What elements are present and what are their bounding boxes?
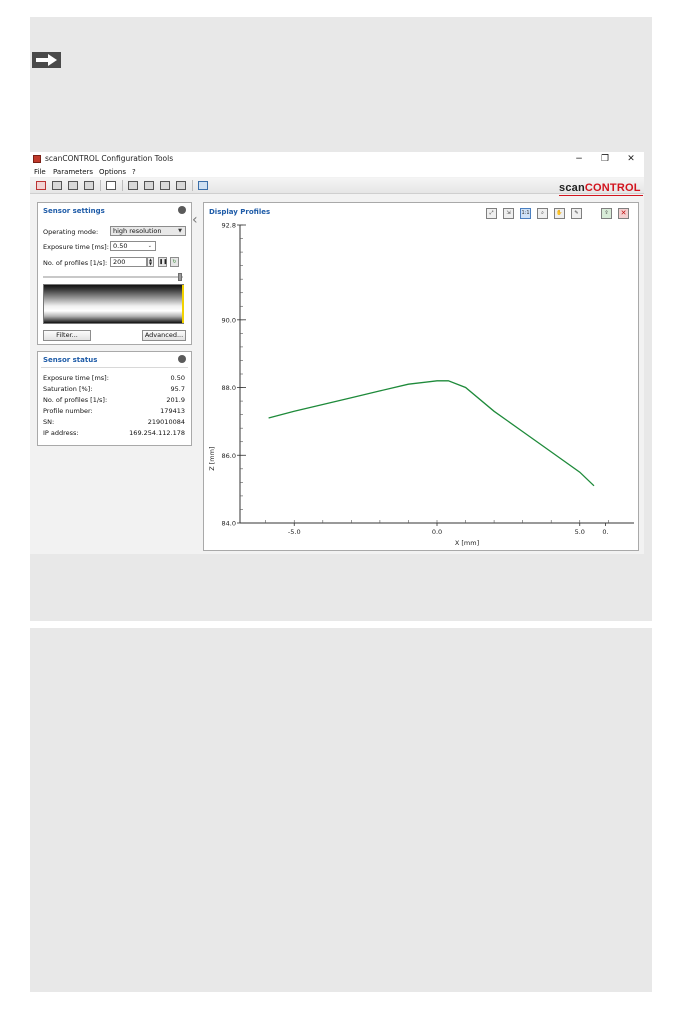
menu-file[interactable]: File: [34, 168, 46, 176]
refresh-icon[interactable]: [198, 181, 208, 190]
load-settings-icon[interactable]: [52, 181, 62, 190]
close-button[interactable]: ✕: [618, 152, 644, 166]
brand-underline: [559, 195, 643, 196]
menu-bar: File Parameters Options ?: [30, 166, 644, 177]
exposure-time-select[interactable]: 0.50 ⌄: [110, 241, 156, 251]
status-row-label: Profile number:: [43, 407, 93, 415]
view-icon[interactable]: [106, 181, 116, 190]
title-bar: scanCONTROL Configuration Tools − ❐ ✕: [30, 152, 644, 166]
arrow-right-icon: [32, 52, 61, 68]
exposure-time-label: Exposure time [ms]:: [43, 243, 109, 251]
dropdown-arrow-icon: ▼: [178, 228, 182, 234]
bottom-content-panel: [30, 628, 652, 992]
pause-button[interactable]: ❚❚: [158, 257, 167, 267]
operating-mode-select[interactable]: high resolution ▼: [110, 226, 186, 236]
sensor-settings-title: Sensor settings: [43, 207, 105, 215]
profile-plot[interactable]: 92.8 90.0 88.0 86.0 84.0 -5.0 0.0 5.0 0. X [mm] Z …: [204, 203, 638, 550]
menu-parameters[interactable]: Parameters: [53, 168, 93, 176]
refresh-button[interactable]: ↻: [170, 257, 179, 267]
collapse-sidebar-icon[interactable]: ‹: [192, 212, 198, 228]
copy-window-icon[interactable]: [160, 181, 170, 190]
status-row-value: 179413: [160, 407, 185, 415]
x-tick-label: 0.: [602, 528, 608, 536]
menu-options[interactable]: Options: [99, 168, 126, 176]
x-tick-label: 5.0: [575, 528, 585, 536]
profiles-stepper[interactable]: ▲ ▼: [147, 257, 154, 267]
open-profile-icon[interactable]: [128, 181, 138, 190]
save-settings-icon[interactable]: [68, 181, 78, 190]
save-profile-icon[interactable]: [144, 181, 154, 190]
x-axis-label: X [mm]: [455, 539, 479, 547]
status-row-label: Exposure time [ms]:: [43, 374, 109, 382]
window-title: scanCONTROL Configuration Tools: [45, 154, 174, 163]
slider-handle[interactable]: [178, 273, 182, 281]
toolbar-separator: [122, 180, 123, 191]
display-profiles-panel: Display Profiles ⤢ ⇲ 1:1 ⌕ ✋ ✎ ⇪ ✕ 92.8 9…: [203, 202, 639, 551]
slider-track[interactable]: [43, 276, 183, 278]
sensor-settings-panel: Sensor settings Operating mode: high res…: [37, 202, 192, 345]
profiles-label: No. of profiles [1/s]:: [43, 259, 108, 267]
toolbar-separator: [192, 180, 193, 191]
brand-logo: scanCONTROL: [559, 182, 641, 194]
filter-button[interactable]: Filter...: [43, 330, 91, 341]
y-tick-label: 86.0: [222, 452, 236, 460]
minimize-button[interactable]: −: [566, 152, 592, 166]
toolbar: [30, 178, 644, 194]
x-tick-label: -5.0: [288, 528, 301, 536]
sensor-status-title: Sensor status: [43, 356, 98, 364]
status-row-value: 201.9: [166, 396, 185, 404]
maximize-button[interactable]: ❐: [592, 152, 618, 166]
status-row-label: No. of profiles [1/s]:: [43, 396, 108, 404]
divider: [41, 367, 188, 368]
save-as-icon[interactable]: [84, 181, 94, 190]
profile-line: [268, 380, 595, 487]
status-row-label: IP address:: [43, 429, 79, 437]
y-axis-label: Z [mm]: [208, 447, 216, 471]
app-icon: [33, 155, 41, 163]
status-row-value: 0.50: [170, 374, 185, 382]
connect-icon[interactable]: [36, 181, 46, 190]
menu-help[interactable]: ?: [132, 168, 136, 176]
x-tick-label: 0.0: [432, 528, 442, 536]
app-window: scanCONTROL Configuration Tools − ❐ ✕ Fi…: [30, 152, 644, 554]
collapse-icon[interactable]: [178, 355, 186, 363]
y-tick-label: 84.0: [222, 520, 236, 528]
status-row-label: Saturation [%]:: [43, 385, 93, 393]
toolbar-separator: [100, 180, 101, 191]
sensor-status-panel: Sensor status Exposure time [ms]: 0.50 S…: [37, 351, 192, 446]
profiles-input[interactable]: 200: [110, 257, 147, 267]
status-row-value: 95.7: [170, 385, 185, 393]
y-tick-label: 90.0: [222, 316, 236, 324]
status-row-value: 169.254.112.178: [129, 429, 185, 437]
intensity-image: [43, 284, 184, 324]
chevron-down-icon: ⌄: [147, 243, 152, 249]
status-row-label: SN:: [43, 418, 55, 426]
operating-mode-label: Operating mode:: [43, 228, 99, 236]
export-window-icon[interactable]: [176, 181, 186, 190]
collapse-icon[interactable]: [178, 206, 186, 214]
y-tick-label: 92.8: [222, 222, 236, 230]
status-row-value: 219010084: [147, 418, 185, 426]
advanced-button[interactable]: Advanced...: [142, 330, 186, 341]
y-tick-label: 88.0: [222, 384, 236, 392]
